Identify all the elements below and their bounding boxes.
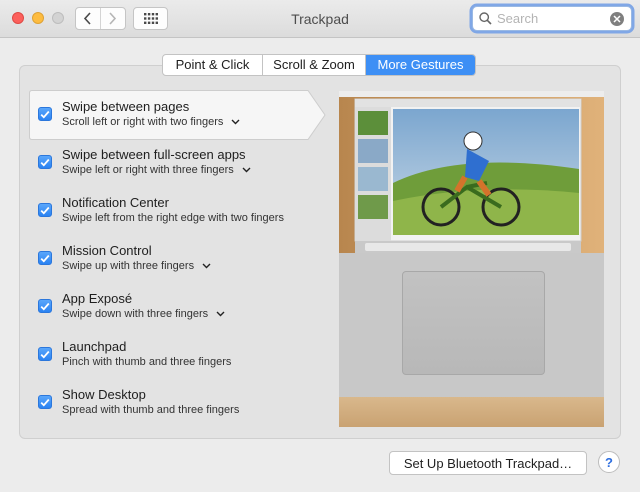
- checkbox-app-expose[interactable]: [38, 299, 52, 313]
- gesture-title: App Exposé: [62, 291, 133, 306]
- gesture-list: Swipe between pages Scroll left or right…: [28, 90, 298, 426]
- gesture-subtitle-text: Scroll left or right with two fingers: [62, 116, 224, 128]
- checkmark-icon: [40, 254, 50, 263]
- gesture-subtitle: Swipe down with three fingers: [62, 308, 225, 320]
- chevron-down-icon[interactable]: [242, 167, 251, 173]
- checkbox-show-desktop[interactable]: [38, 395, 52, 409]
- tab-more-gestures[interactable]: More Gestures: [365, 55, 475, 75]
- gesture-title: Show Desktop: [62, 387, 146, 402]
- gesture-row-swipe-fullscreen[interactable]: Swipe between full-screen apps Swipe lef…: [28, 138, 298, 186]
- gesture-title: Swipe between full-screen apps: [62, 147, 246, 162]
- gesture-row-launchpad[interactable]: Launchpad Pinch with thumb and three fin…: [28, 330, 298, 378]
- trackpad-illustration: [402, 271, 545, 375]
- checkmark-icon: [40, 110, 50, 119]
- gesture-subtitle: Scroll left or right with two fingers: [62, 116, 240, 128]
- laptop-screen-illustration: [339, 91, 604, 253]
- chevron-down-icon[interactable]: [216, 311, 225, 317]
- checkmark-icon: [40, 302, 50, 311]
- gesture-subtitle: Pinch with thumb and three fingers: [62, 356, 231, 368]
- gesture-row-mission-control[interactable]: Mission Control Swipe up with three fing…: [28, 234, 298, 282]
- clear-search-button[interactable]: [610, 12, 624, 26]
- gesture-title: Mission Control: [62, 243, 152, 258]
- gesture-subtitle: Spread with thumb and three fingers: [62, 404, 239, 416]
- gesture-subtitle-text: Swipe down with three fingers: [62, 308, 209, 320]
- search-input[interactable]: [497, 10, 607, 27]
- checkbox-swipe-pages[interactable]: [38, 107, 52, 121]
- tab-point-click[interactable]: Point & Click: [163, 55, 262, 75]
- gesture-subtitle-text: Swipe up with three fingers: [62, 260, 195, 272]
- gesture-title: Launchpad: [62, 339, 127, 354]
- gesture-subtitle-text: Spread with thumb and three fingers: [62, 404, 240, 416]
- search-icon: [479, 12, 492, 25]
- setup-bluetooth-trackpad-button[interactable]: Set Up Bluetooth Trackpad…: [389, 451, 587, 475]
- checkmark-icon: [40, 398, 50, 407]
- close-icon: [613, 15, 621, 23]
- tab-bar: Point & Click Scroll & Zoom More Gesture…: [162, 54, 476, 76]
- gesture-subtitle-text: Swipe left from the right edge with two …: [62, 212, 284, 224]
- checkbox-mission-control[interactable]: [38, 251, 52, 265]
- gesture-title: Swipe between pages: [62, 99, 190, 114]
- gesture-preview: [339, 91, 604, 427]
- gesture-subtitle: Swipe left or right with three fingers: [62, 164, 251, 176]
- checkmark-icon: [40, 206, 50, 215]
- help-button[interactable]: ?: [598, 451, 620, 473]
- chevron-down-icon[interactable]: [231, 119, 240, 125]
- gesture-row-app-expose[interactable]: App Exposé Swipe down with three fingers: [28, 282, 298, 330]
- checkbox-swipe-fullscreen[interactable]: [38, 155, 52, 169]
- gesture-subtitle-text: Pinch with thumb and three fingers: [62, 356, 232, 368]
- checkbox-notification-center[interactable]: [38, 203, 52, 217]
- gesture-row-show-desktop[interactable]: Show Desktop Spread with thumb and three…: [28, 378, 298, 426]
- checkmark-icon: [40, 158, 50, 167]
- title-bar: Trackpad: [0, 0, 640, 38]
- desk-illustration: [339, 397, 604, 427]
- gesture-title: Notification Center: [62, 195, 169, 210]
- chevron-down-icon[interactable]: [202, 263, 211, 269]
- search-field[interactable]: [472, 6, 632, 31]
- gesture-subtitle: Swipe left from the right edge with two …: [62, 212, 284, 224]
- gesture-row-swipe-pages[interactable]: Swipe between pages Scroll left or right…: [28, 90, 298, 138]
- gesture-subtitle-text: Swipe left or right with three fingers: [62, 164, 234, 176]
- checkmark-icon: [40, 350, 50, 359]
- gesture-subtitle: Swipe up with three fingers: [62, 260, 211, 272]
- tab-scroll-zoom[interactable]: Scroll & Zoom: [262, 55, 365, 75]
- gesture-row-notification-center[interactable]: Notification Center Swipe left from the …: [28, 186, 298, 234]
- checkbox-launchpad[interactable]: [38, 347, 52, 361]
